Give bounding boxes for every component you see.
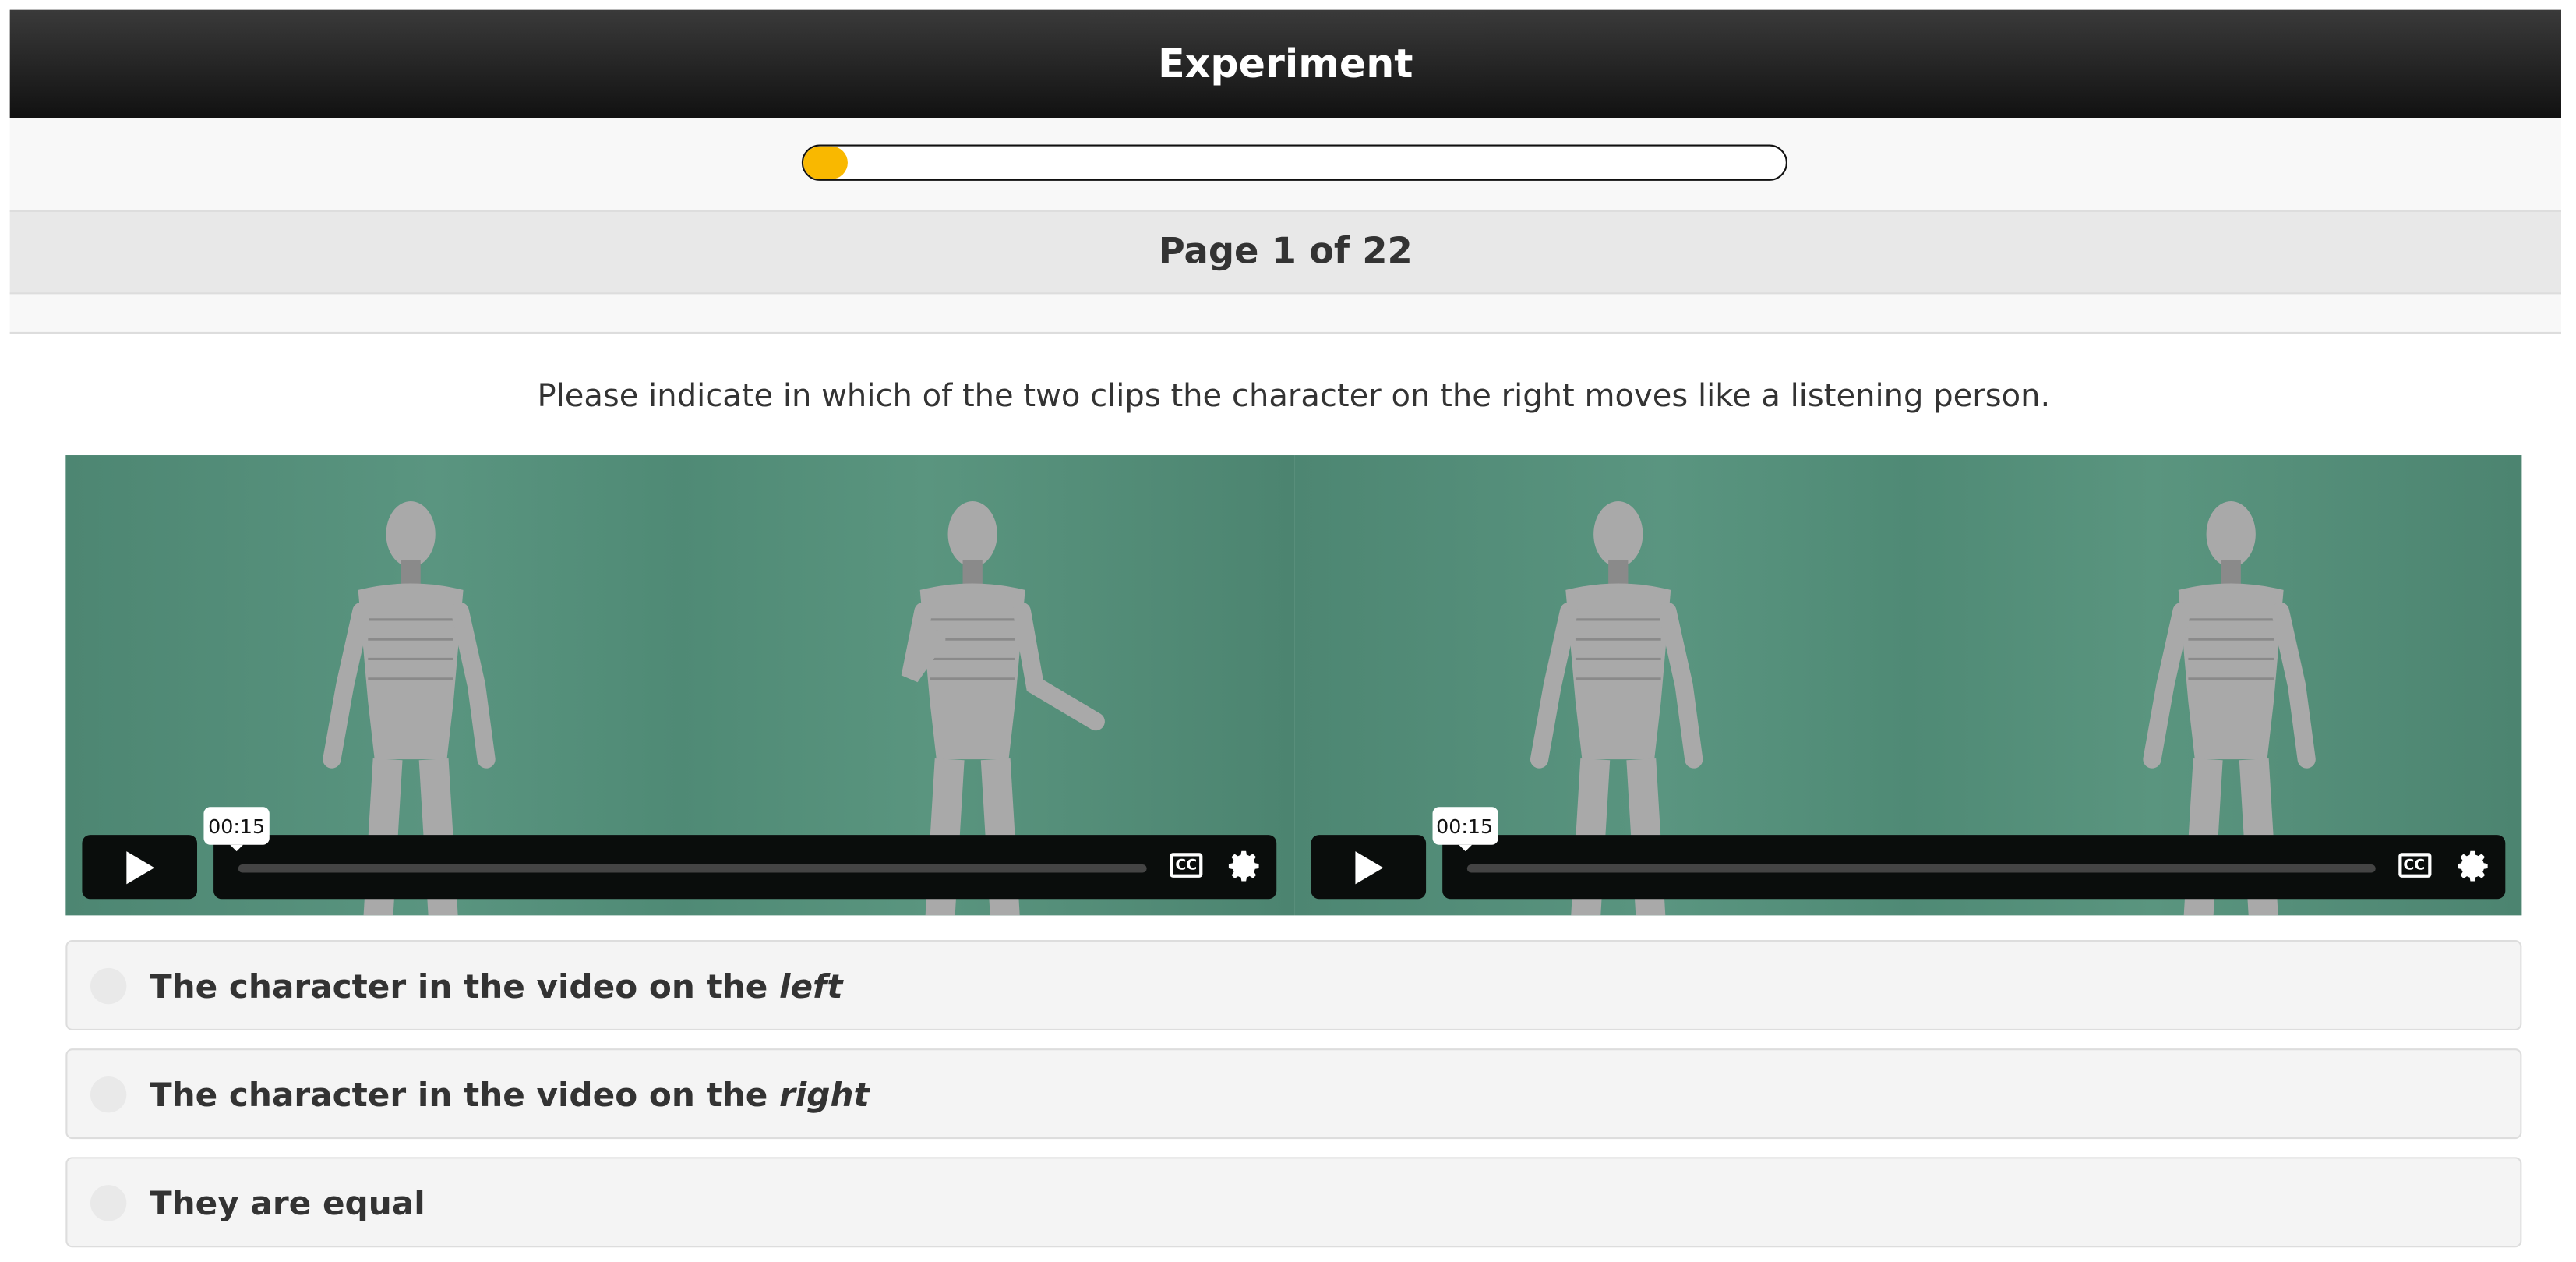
progress-area — [9, 118, 2561, 210]
question-text: Please indicate in which of the two clip… — [537, 377, 2051, 415]
play-button[interactable] — [82, 835, 198, 900]
progress-fill — [803, 146, 848, 179]
play-button[interactable] — [1310, 835, 1426, 900]
video-left[interactable]: CC 00:15 — [65, 455, 1294, 916]
divider — [9, 294, 2561, 334]
progress-bar — [801, 144, 1787, 181]
app-header: Experiment — [9, 9, 2561, 118]
experiment-page: Experiment Page 1 of 22 Please indicate … — [0, 0, 2576, 1262]
seek-slider[interactable] — [238, 864, 1147, 873]
radio-button[interactable] — [90, 1184, 127, 1221]
video-controls: CC — [213, 835, 1277, 900]
option-left[interactable]: The character in the video on the left — [65, 940, 2522, 1030]
video-right[interactable]: CC 00:15 — [1293, 455, 2522, 916]
play-icon — [126, 850, 155, 884]
video-controls: CC — [1442, 835, 2505, 900]
page-label: Page 1 of 22 — [1158, 232, 1413, 273]
gear-icon[interactable] — [2455, 848, 2491, 884]
page-title: Experiment — [1158, 41, 1413, 87]
time-tooltip: 00:15 — [1431, 807, 1498, 852]
radio-button[interactable] — [90, 967, 127, 1004]
captions-icon[interactable]: CC — [1170, 853, 1203, 878]
seek-slider[interactable] — [1466, 864, 2375, 873]
option-label: The character in the video on the right — [149, 1073, 870, 1114]
option-right[interactable]: The character in the video on the right — [65, 1048, 2522, 1140]
option-label: They are equal — [149, 1182, 425, 1222]
option-equal[interactable]: They are equal — [65, 1157, 2522, 1248]
gear-icon[interactable] — [1227, 848, 1263, 884]
page-indicator: Page 1 of 22 — [9, 210, 2561, 295]
radio-button[interactable] — [90, 1075, 127, 1112]
play-icon — [1354, 850, 1383, 884]
time-tooltip: 00:15 — [203, 807, 270, 852]
video-pair: CC 00:15 CC 00:15 — [65, 455, 2522, 916]
captions-icon[interactable]: CC — [2398, 853, 2431, 878]
option-label: The character in the video on the left — [149, 965, 843, 1006]
